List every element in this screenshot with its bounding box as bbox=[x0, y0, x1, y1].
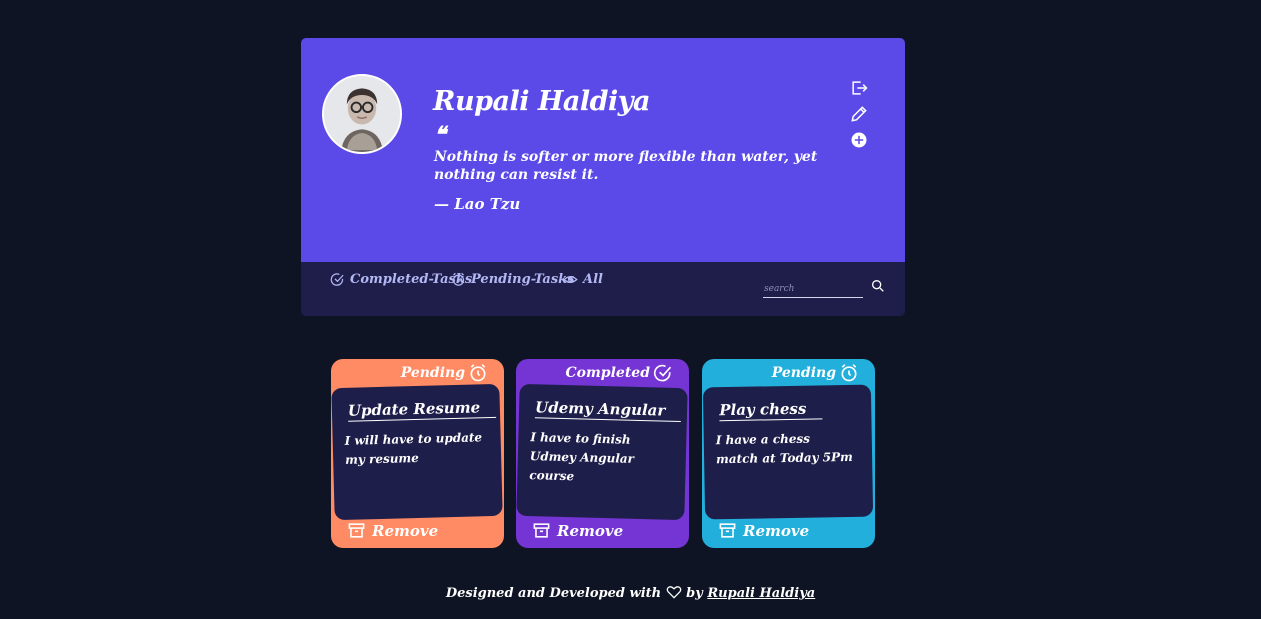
footer: Designed and Developed with by Rupali Ha… bbox=[0, 585, 1261, 601]
alarm-clock-icon bbox=[452, 272, 465, 286]
quote-author: — Lao Tzu bbox=[434, 195, 521, 213]
search-box bbox=[763, 276, 884, 298]
archive-icon bbox=[348, 523, 365, 538]
alarm-clock-icon bbox=[841, 364, 857, 382]
status-badge: Pending bbox=[401, 363, 488, 383]
card-description: I have to finish Udmey Angular course bbox=[529, 430, 635, 484]
remove-label: Remove bbox=[557, 521, 624, 540]
task-card: Pending Update Resume I will have to upd… bbox=[331, 359, 504, 548]
task-card: Completed Udemy Angular I have to finish… bbox=[516, 359, 689, 548]
profile-actions bbox=[849, 78, 869, 156]
remove-label: Remove bbox=[743, 521, 810, 540]
footer-prefix: Designed and Developed with bbox=[445, 586, 662, 601]
add-icon[interactable] bbox=[849, 130, 869, 150]
heart-icon bbox=[666, 586, 681, 599]
card-body: Udemy Angular I have to finish Udmey Ang… bbox=[516, 383, 688, 521]
status-label: Completed bbox=[565, 365, 650, 381]
user-avatar-icon bbox=[324, 76, 400, 152]
avatar bbox=[322, 74, 402, 154]
alarm-clock-icon bbox=[470, 364, 486, 382]
profile-quote: Nothing is softer or more flexible than … bbox=[434, 149, 818, 183]
author-link[interactable]: Rupali Haldiya bbox=[707, 586, 815, 601]
check-circle-icon bbox=[653, 364, 672, 382]
remove-button[interactable]: Remove bbox=[532, 521, 623, 540]
remove-button[interactable]: Remove bbox=[718, 521, 809, 540]
filter-navbar: Completed-Tasks Pending-Tasks All bbox=[301, 262, 905, 316]
status-label: Pending bbox=[400, 365, 465, 381]
card-body: Update Resume I will have to update my r… bbox=[331, 383, 503, 521]
nav-pending-label: Pending-Tasks bbox=[471, 272, 575, 287]
status-badge: Completed bbox=[566, 363, 673, 383]
nav-all-label: All bbox=[583, 272, 603, 287]
card-body: Play chess I have a chess match at Today… bbox=[702, 384, 874, 520]
eye-icon bbox=[563, 276, 578, 283]
status-label: Pending bbox=[771, 365, 836, 381]
card-description: I have a chess match at Today 5Pm bbox=[715, 431, 853, 467]
nav-all[interactable]: All bbox=[563, 272, 603, 287]
edit-icon[interactable] bbox=[849, 104, 869, 124]
logout-icon[interactable] bbox=[849, 78, 869, 98]
status-badge: Pending bbox=[772, 363, 859, 383]
search-icon[interactable] bbox=[870, 278, 886, 294]
card-title: Play chess bbox=[719, 399, 823, 422]
archive-icon bbox=[719, 523, 736, 538]
profile-name: Rupali Haldiya bbox=[433, 86, 650, 117]
archive-icon bbox=[533, 523, 550, 538]
task-card: Pending Play chess I have a chess match … bbox=[702, 359, 875, 548]
quote-mark: ❝ bbox=[434, 122, 446, 148]
remove-label: Remove bbox=[372, 521, 439, 540]
search-input[interactable] bbox=[763, 282, 863, 298]
card-description: I will have to update my resume bbox=[344, 430, 483, 467]
card-title: Udemy Angular bbox=[534, 398, 682, 423]
footer-by: by bbox=[686, 586, 703, 601]
remove-button[interactable]: Remove bbox=[347, 521, 438, 540]
check-circle-icon bbox=[330, 273, 344, 286]
card-title: Update Resume bbox=[347, 397, 497, 422]
nav-pending-tasks[interactable]: Pending-Tasks bbox=[451, 272, 574, 287]
profile-header: Rupali Haldiya ❝ Nothing is softer or mo… bbox=[301, 38, 905, 262]
